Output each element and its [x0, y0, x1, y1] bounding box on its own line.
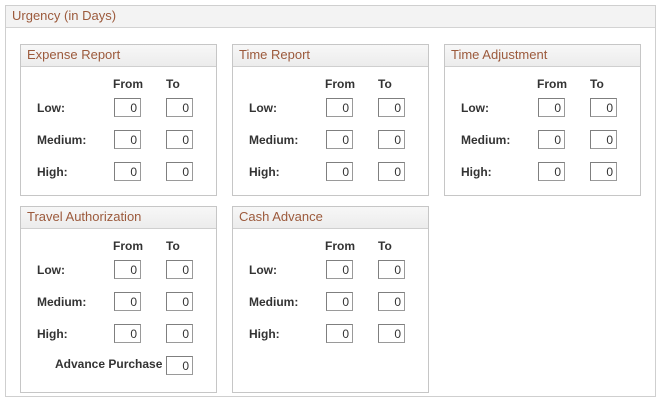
cash-low-to-input[interactable] [378, 260, 405, 279]
cash-medium-from-input[interactable] [326, 292, 353, 311]
section-title: Urgency (in Days) [6, 6, 655, 28]
time-adjustment-low-to-input[interactable] [590, 98, 617, 117]
medium-label: Medium: [461, 133, 511, 147]
high-label: High: [37, 165, 68, 179]
travel-medium-from-input[interactable] [114, 292, 141, 311]
low-label: Low: [249, 263, 277, 277]
from-header: From [325, 239, 355, 253]
expense-high-from-input[interactable] [114, 162, 141, 181]
travel-authorization-group: Travel Authorization From To Low: Medium… [20, 206, 217, 393]
expense-report-group: Expense Report From To Low: Medium: High… [20, 44, 217, 196]
time-adjustment-medium-from-input[interactable] [538, 130, 565, 149]
travel-low-to-input[interactable] [166, 260, 193, 279]
time-report-medium-to-input[interactable] [378, 130, 405, 149]
cash-low-from-input[interactable] [326, 260, 353, 279]
time-adjustment-medium-to-input[interactable] [590, 130, 617, 149]
time-adjustment-low-from-input[interactable] [538, 98, 565, 117]
expense-medium-from-input[interactable] [114, 130, 141, 149]
to-header: To [590, 77, 604, 91]
travel-medium-to-input[interactable] [166, 292, 193, 311]
time-report-high-to-input[interactable] [378, 162, 405, 181]
time-report-low-from-input[interactable] [326, 98, 353, 117]
group-title: Time Adjustment [445, 45, 640, 67]
low-label: Low: [37, 263, 65, 277]
expense-low-from-input[interactable] [114, 98, 141, 117]
high-label: High: [461, 165, 492, 179]
medium-label: Medium: [249, 295, 299, 309]
low-label: Low: [461, 101, 489, 115]
time-report-medium-from-input[interactable] [326, 130, 353, 149]
medium-label: Medium: [37, 295, 87, 309]
travel-high-from-input[interactable] [114, 324, 141, 343]
group-title: Time Report [233, 45, 428, 67]
advance-purchase-input[interactable] [166, 356, 193, 375]
cash-advance-group: Cash Advance From To Low: Medium: High: [232, 206, 429, 393]
cash-high-from-input[interactable] [326, 324, 353, 343]
to-header: To [378, 77, 392, 91]
group-title: Cash Advance [233, 207, 428, 229]
time-report-high-from-input[interactable] [326, 162, 353, 181]
to-header: To [166, 239, 180, 253]
group-title: Expense Report [21, 45, 216, 67]
high-label: High: [37, 327, 68, 341]
from-header: From [113, 77, 143, 91]
travel-high-to-input[interactable] [166, 324, 193, 343]
from-header: From [537, 77, 567, 91]
cash-high-to-input[interactable] [378, 324, 405, 343]
travel-low-from-input[interactable] [114, 260, 141, 279]
high-label: High: [249, 165, 280, 179]
advance-purchase-label: Advance Purchase [55, 357, 163, 371]
group-title: Travel Authorization [21, 207, 216, 229]
time-adjustment-group: Time Adjustment From To Low: Medium: Hig… [444, 44, 641, 196]
time-adjustment-high-from-input[interactable] [538, 162, 565, 181]
expense-medium-to-input[interactable] [166, 130, 193, 149]
high-label: High: [249, 327, 280, 341]
cash-medium-to-input[interactable] [378, 292, 405, 311]
to-header: To [378, 239, 392, 253]
medium-label: Medium: [249, 133, 299, 147]
expense-high-to-input[interactable] [166, 162, 193, 181]
time-report-low-to-input[interactable] [378, 98, 405, 117]
from-header: From [325, 77, 355, 91]
time-adjustment-high-to-input[interactable] [590, 162, 617, 181]
expense-low-to-input[interactable] [166, 98, 193, 117]
to-header: To [166, 77, 180, 91]
from-header: From [113, 239, 143, 253]
medium-label: Medium: [37, 133, 87, 147]
time-report-group: Time Report From To Low: Medium: High: [232, 44, 429, 196]
low-label: Low: [37, 101, 65, 115]
low-label: Low: [249, 101, 277, 115]
